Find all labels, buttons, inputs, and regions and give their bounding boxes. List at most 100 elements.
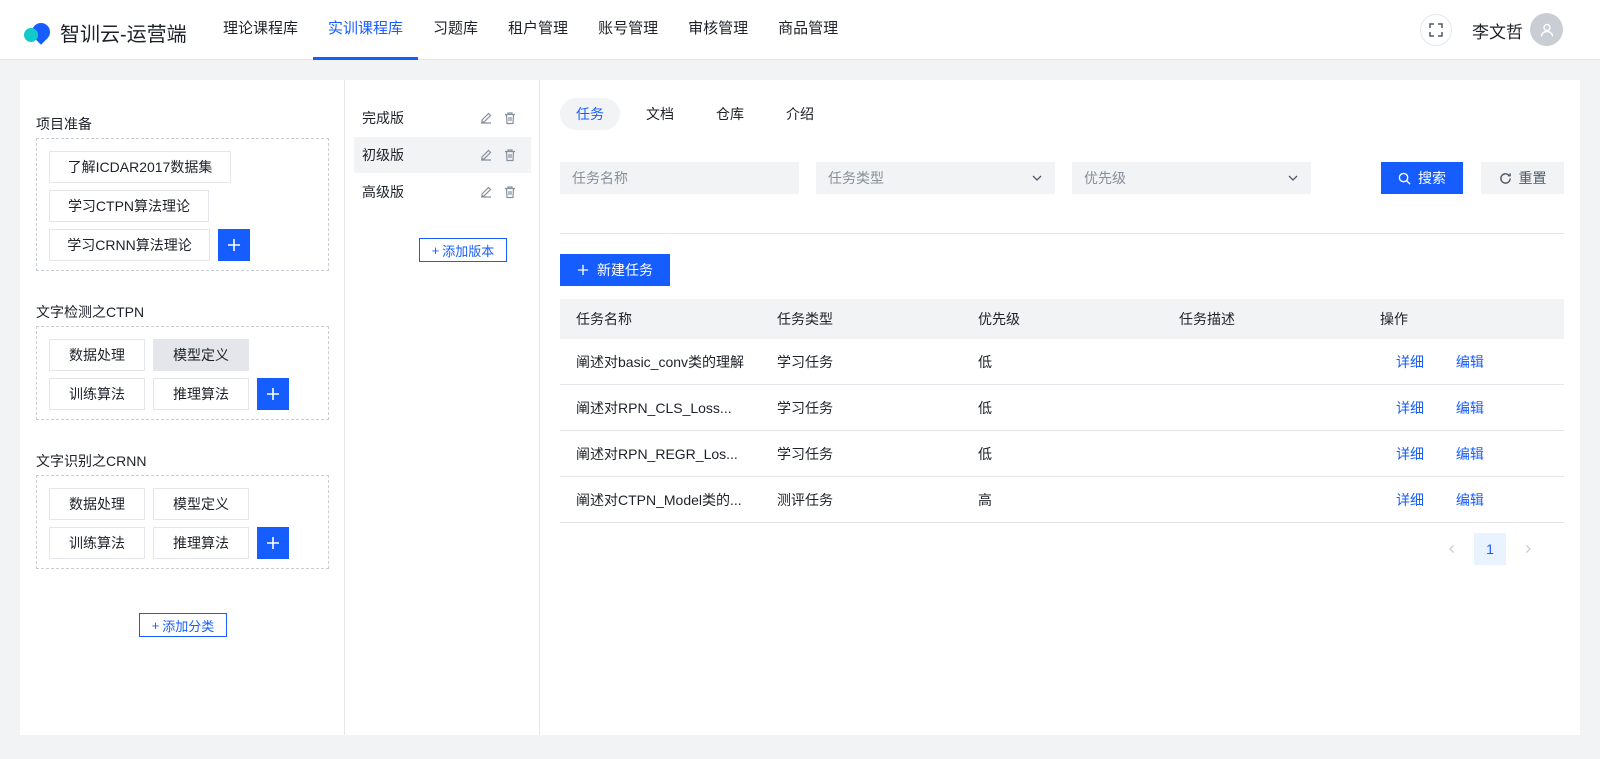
nav-item-review[interactable]: 审核管理 <box>673 0 763 60</box>
version-label: 完成版 <box>362 110 404 126</box>
task-name-cell: 阐述对CTPN_Model类的... <box>576 491 742 508</box>
task-name-placeholder: 任务名称 <box>572 170 628 186</box>
plus-icon <box>228 239 240 251</box>
add-category-button[interactable]: + 添加分类 <box>139 613 227 637</box>
prev-page-button[interactable] <box>1436 533 1468 565</box>
task-name-cell: 阐述对RPN_REGR_Los... <box>576 445 738 462</box>
version-panel: 完成版 初级版 高级版 + 添加版本 <box>346 80 540 735</box>
category-title: 文字识别之CRNN <box>36 453 147 469</box>
nav-item-tenants[interactable]: 租户管理 <box>493 0 583 60</box>
tab-docs[interactable]: 文档 <box>630 98 690 130</box>
edit-link[interactable]: 编辑 <box>1456 492 1484 508</box>
actions-cell: 详细 编辑 <box>1364 490 1564 510</box>
main-card: 项目准备 了解ICDAR2017数据集 学习CTPN算法理论 学习CRNN算法理… <box>20 80 1580 735</box>
version-item[interactable]: 完成版 <box>354 100 531 136</box>
chapter-chip[interactable]: 学习CRNN算法理论 <box>49 229 210 261</box>
priority-placeholder: 优先级 <box>1084 170 1126 186</box>
category-box: 了解ICDAR2017数据集 学习CTPN算法理论 学习CRNN算法理论 <box>36 138 329 271</box>
task-table: 任务名称 任务类型 优先级 任务描述 操作 阐述对basic_conv类的理解 … <box>560 299 1564 523</box>
chapter-chip-selected[interactable]: 模型定义 <box>153 339 249 371</box>
version-item[interactable]: 高级版 <box>354 174 531 210</box>
pagination: 1 <box>1436 533 1544 565</box>
tab-intro[interactable]: 介绍 <box>770 98 830 130</box>
user-icon <box>1540 23 1553 37</box>
task-name-cell: 阐述对RPN_CLS_Loss... <box>576 399 732 416</box>
table-row: 阐述对CTPN_Model类的... 测评任务 高 详细 编辑 <box>560 477 1564 523</box>
edit-link[interactable]: 编辑 <box>1456 446 1484 462</box>
chapter-chip[interactable]: 模型定义 <box>153 488 249 520</box>
nav-item-accounts[interactable]: 账号管理 <box>583 0 673 60</box>
task-type-select[interactable]: 任务类型 <box>816 162 1055 194</box>
nav-item-theory[interactable]: 理论课程库 <box>208 0 313 60</box>
nav-item-exercises[interactable]: 习题库 <box>418 0 493 60</box>
table-header: 任务名称 任务类型 优先级 任务描述 操作 <box>560 299 1564 339</box>
add-chapter-button[interactable] <box>257 527 289 559</box>
version-item-selected[interactable]: 初级版 <box>354 137 531 173</box>
chapter-chip[interactable]: 数据处理 <box>49 488 145 520</box>
category-title: 文字检测之CTPN <box>36 304 145 320</box>
category-title: 项目准备 <box>36 116 92 132</box>
search-icon <box>1398 172 1411 185</box>
detail-link[interactable]: 详细 <box>1396 492 1424 508</box>
add-chapter-button[interactable] <box>218 229 250 261</box>
task-name-input[interactable]: 任务名称 <box>560 162 799 194</box>
delete-icon[interactable] <box>503 185 517 199</box>
avatar[interactable] <box>1530 13 1563 46</box>
version-label: 高级版 <box>362 184 404 200</box>
add-chapter-button[interactable] <box>257 378 289 410</box>
nav-item-practice[interactable]: 实训课程库 <box>313 0 419 60</box>
add-version-button[interactable]: + 添加版本 <box>419 238 507 262</box>
search-button[interactable]: 搜索 <box>1381 162 1463 194</box>
new-task-button[interactable]: 新建任务 <box>560 254 670 286</box>
app-logo[interactable]: 智训云-运营端 <box>24 18 187 47</box>
actions-cell: 详细 编辑 <box>1364 444 1564 464</box>
version-label: 初级版 <box>362 147 404 163</box>
chapter-chip[interactable]: 推理算法 <box>153 378 249 410</box>
chevron-left-icon <box>1449 545 1454 553</box>
reset-button[interactable]: 重置 <box>1481 162 1564 194</box>
actions-cell: 详细 编辑 <box>1364 398 1564 418</box>
app-title: 智训云-运营端 <box>60 24 187 46</box>
table-row: 阐述对RPN_CLS_Loss... 学习任务 低 详细 编辑 <box>560 385 1564 431</box>
tab-repo[interactable]: 仓库 <box>700 98 760 130</box>
task-name-cell: 阐述对basic_conv类的理解 <box>576 353 745 370</box>
priority-cell: 低 <box>978 353 992 370</box>
chapter-chip[interactable]: 训练算法 <box>49 378 145 410</box>
edit-icon[interactable] <box>479 148 493 162</box>
tab-tasks[interactable]: 任务 <box>560 98 620 130</box>
priority-select[interactable]: 优先级 <box>1072 162 1311 194</box>
refresh-icon <box>1499 172 1511 184</box>
delete-icon[interactable] <box>503 148 517 162</box>
column-header: 任务描述 <box>1179 311 1235 327</box>
edit-icon[interactable] <box>479 185 493 199</box>
new-task-label: 新建任务 <box>597 262 653 278</box>
priority-cell: 高 <box>978 491 992 508</box>
plus-icon: + <box>431 242 440 258</box>
page-number[interactable]: 1 <box>1474 533 1506 565</box>
nav-item-goods[interactable]: 商品管理 <box>763 0 853 60</box>
chapter-chip[interactable]: 学习CTPN算法理论 <box>49 190 209 222</box>
category-box: 数据处理 模型定义 训练算法 推理算法 <box>36 326 329 420</box>
edit-link[interactable]: 编辑 <box>1456 400 1484 416</box>
chapter-chip[interactable]: 推理算法 <box>153 527 249 559</box>
user-name[interactable]: 李文哲 <box>1472 18 1523 43</box>
plus-icon: + <box>151 617 160 633</box>
next-page-button[interactable] <box>1512 533 1544 565</box>
chapter-chip[interactable]: 训练算法 <box>49 527 145 559</box>
detail-link[interactable]: 详细 <box>1396 446 1424 462</box>
task-type-cell: 学习任务 <box>777 399 833 416</box>
category-box: 数据处理 模型定义 训练算法 推理算法 <box>36 475 329 569</box>
edit-link[interactable]: 编辑 <box>1456 354 1484 370</box>
top-navbar: 智训云-运营端 理论课程库 实训课程库 习题库 租户管理 账号管理 审核管理 商… <box>0 0 1600 60</box>
table-row: 阐述对RPN_REGR_Los... 学习任务 低 详细 编辑 <box>560 431 1564 477</box>
chapter-chip[interactable]: 数据处理 <box>49 339 145 371</box>
delete-icon[interactable] <box>503 111 517 125</box>
edit-icon[interactable] <box>479 111 493 125</box>
detail-link[interactable]: 详细 <box>1396 400 1424 416</box>
column-header: 任务名称 <box>576 311 632 327</box>
detail-link[interactable]: 详细 <box>1396 354 1424 370</box>
chapter-chip[interactable]: 了解ICDAR2017数据集 <box>49 151 231 183</box>
fullscreen-button[interactable] <box>1420 14 1452 46</box>
plus-icon <box>577 264 589 276</box>
fullscreen-icon <box>1429 23 1443 37</box>
